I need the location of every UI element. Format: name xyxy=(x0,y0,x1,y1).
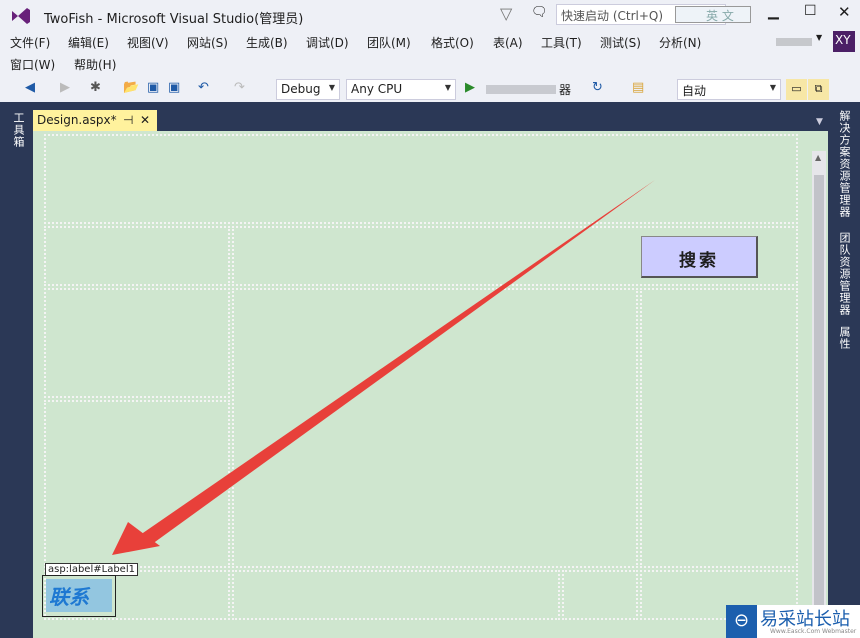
arrow-shaft xyxy=(140,180,655,547)
watermark-logo-icon: ⊖ xyxy=(726,605,757,638)
watermark-sub: Www.Easck.Com Webmaster xyxy=(770,628,857,635)
watermark: ⊖ 易采站长站 Www.Easck.Com Webmaster xyxy=(726,605,860,638)
annotation-arrow xyxy=(112,180,655,555)
